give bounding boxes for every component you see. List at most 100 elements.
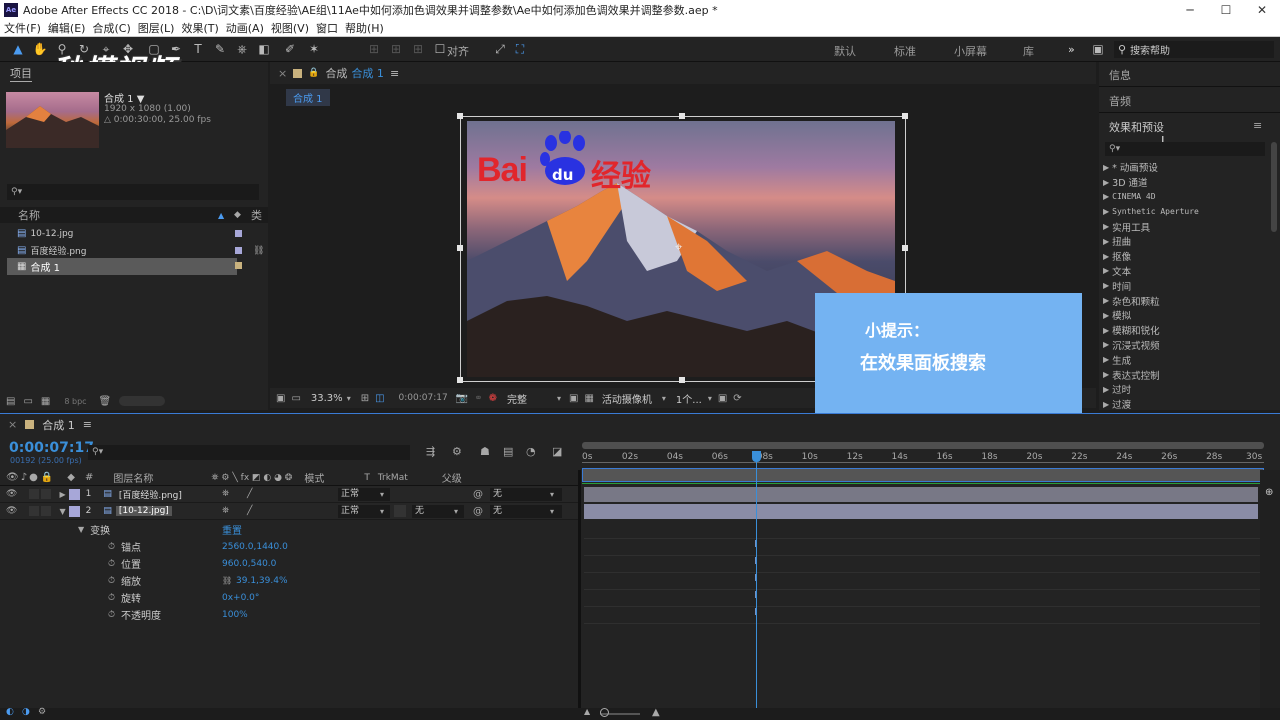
video-eye-icon[interactable]: 👁 [6, 506, 17, 516]
transform-handle[interactable] [902, 113, 908, 119]
thumbnail-slider[interactable] [119, 396, 166, 406]
parent-pickwhip-icon[interactable]: @ [473, 506, 483, 517]
workspace-default[interactable]: 默认 [834, 43, 856, 59]
close-tab-icon[interactable]: × [278, 67, 287, 80]
search-help-field[interactable]: ⚲ 搜索帮助 [1114, 41, 1274, 58]
maximize-button[interactable]: ☐ [1208, 0, 1244, 20]
quality-switch-icon[interactable]: ╱ [247, 506, 252, 516]
interpret-footage-icon[interactable]: ▤ [6, 396, 15, 407]
label-color-swatch[interactable] [68, 488, 80, 500]
comp-button-icon[interactable]: ⊕ [1265, 487, 1273, 498]
lock-icon[interactable]: 🔒 [41, 472, 53, 483]
project-item-10-12-jpg[interactable]: ▤ 10-12.jpg [0, 225, 268, 242]
label-tag-icon[interactable]: ◆ [67, 472, 75, 483]
property-value[interactable]: 39.1,39.4% [236, 576, 288, 586]
effect-category-expression-controls[interactable]: ▶ 表达式控制 [1099, 367, 1267, 382]
safe-margins-icon[interactable]: ⊞ [361, 393, 369, 404]
align-checkbox[interactable]: ☐ [432, 41, 448, 57]
transform-property-row[interactable]: ⏱ 旋转 0x+0.0° [0, 589, 578, 606]
bit-depth-button[interactable]: 8 bpc [64, 397, 86, 406]
work-area-bar[interactable] [582, 442, 1264, 449]
solo-switch[interactable] [29, 489, 40, 499]
effect-category-utility[interactable]: ▶ 实用工具 [1099, 219, 1267, 234]
label-color-swatch[interactable] [235, 230, 242, 237]
zoom-in-icon[interactable]: ▲ [652, 707, 660, 718]
roto-brush-tool-icon[interactable]: ✐ [282, 41, 298, 57]
text-tool-icon[interactable]: T [190, 41, 206, 57]
timeline-tab[interactable]: 合成 1 [42, 417, 75, 433]
effect-category-transition[interactable]: ▶ 过渡 [1099, 397, 1267, 412]
effect-category-generate[interactable]: ▶ 生成 [1099, 352, 1267, 367]
close-button[interactable]: ✕ [1244, 0, 1280, 20]
menu-file[interactable]: 文件(F) [4, 20, 41, 36]
effect-category-synthetic-aperture[interactable]: ▶ Synthetic Aperture [1099, 204, 1267, 219]
stopwatch-icon[interactable]: ⏱ [108, 542, 115, 552]
effect-category-obsolete[interactable]: ▶ 过时 [1099, 382, 1267, 397]
work-area-range[interactable] [582, 468, 1264, 482]
layer-2-duration-bar[interactable] [584, 504, 1258, 519]
effect-category-distort[interactable]: ▶ 扭曲 [1099, 234, 1267, 249]
menu-window[interactable]: 窗口 [316, 20, 338, 36]
draft-3d-icon[interactable]: ⚙ [452, 445, 462, 458]
brush-tool-icon[interactable]: ✎ [212, 41, 228, 57]
transform-property-row[interactable]: ⏱ 位置 960.0,540.0 [0, 555, 578, 572]
effects-search-input[interactable]: ⚲▾ [1105, 142, 1265, 156]
panel-menu-icon[interactable]: ≡ [390, 67, 399, 80]
info-panel-tab[interactable]: 信息 [1109, 67, 1131, 83]
property-value[interactable]: 2560.0,1440.0 [222, 542, 288, 552]
anchor-point-icon[interactable]: ⌖ [675, 240, 682, 255]
panel-menu-icon[interactable]: ≡ [1253, 119, 1262, 132]
quality-switch-icon[interactable]: ╱ [247, 489, 252, 499]
effect-category-noise-grain[interactable]: ▶ 杂色和颗粒 [1099, 293, 1267, 308]
solo-icon[interactable]: ● [29, 472, 38, 483]
lock-switch[interactable] [41, 489, 52, 499]
effect-category-3d-channel[interactable]: ▶ 3D 通道 [1099, 175, 1267, 190]
effect-category-blur-sharpen[interactable]: ▶ 模糊和锐化 [1099, 323, 1267, 338]
playhead-handle[interactable] [752, 451, 762, 462]
timeline-pane-splitter[interactable] [578, 470, 581, 720]
snapshot-camera-icon[interactable]: 📷 [456, 393, 468, 404]
shy-switch-icon[interactable]: ⛯ [222, 506, 229, 516]
region-of-interest-icon[interactable]: ▣ [569, 393, 578, 404]
property-value[interactable]: 960.0,540.0 [222, 559, 276, 569]
transfer-controls-toggle-icon[interactable]: ◑ [22, 707, 30, 717]
layer-row-1[interactable]: 👁 ▶ 1 ▤ [百度经验.png] ⛯ ╱ 正常 ▾ @ 无 ▾ [0, 486, 578, 503]
always-preview-icon[interactable]: ▣ [276, 393, 285, 404]
comp-name[interactable]: 合成 1 ▼ [104, 90, 144, 105]
puppet-pin-tool-icon[interactable]: ✶ [306, 41, 322, 57]
expand-arrow-icon[interactable]: ▶ [59, 490, 65, 499]
resolution-dropdown[interactable]: 完整 [507, 391, 527, 406]
video-eye-icon[interactable]: 👁 [6, 472, 19, 483]
comp-tab-name[interactable]: 合成 1 [351, 65, 384, 81]
label-color-swatch[interactable] [235, 247, 242, 254]
stopwatch-icon[interactable]: ⏱ [108, 559, 115, 569]
transform-group-row[interactable]: ▼ 变换 重置 [0, 521, 578, 538]
transform-handle[interactable] [457, 113, 463, 119]
effect-category-cinema4d[interactable]: ▶ CINEMA 4D [1099, 190, 1267, 205]
fast-preview-icon[interactable]: ⟳ [733, 393, 741, 404]
workspace-small-screen[interactable]: 小屏幕 [954, 43, 987, 59]
collapse-arrow-icon[interactable]: ▼ [78, 525, 84, 534]
stopwatch-icon[interactable]: ⏱ [108, 576, 115, 586]
menu-animation[interactable]: 动画(A) [226, 20, 264, 36]
sync-settings-icon[interactable]: ▣ [1090, 41, 1106, 57]
current-time-display[interactable]: 0:00:07:17 [399, 393, 448, 403]
layer-row-2[interactable]: 👁 ▼ 2 ▤ [10-12.jpg] ⛯ ╱ 正常 ▾ 无 ▾ @ 无 ▾ [0, 503, 578, 520]
frame-blending-icon[interactable]: ▤ [503, 445, 513, 458]
mask-toggle-icon[interactable]: ◫ [375, 393, 384, 404]
transparency-grid-icon[interactable]: ▦ [584, 393, 593, 404]
layer-name-header[interactable]: 图层名称 [113, 470, 153, 485]
shy-switch-icon[interactable]: ⛯ [222, 489, 229, 499]
in-out-toggle-icon[interactable]: ⚙ [38, 707, 46, 717]
more-workspaces-button[interactable]: » [1068, 43, 1075, 56]
constrain-proportions-icon[interactable]: ⛓ [222, 576, 232, 585]
monitor-icon[interactable]: ▭ [291, 393, 300, 404]
timeline-zoom-thumb[interactable] [600, 708, 609, 717]
transform-property-row[interactable]: ⏱ 锚点 2560.0,1440.0 [0, 538, 578, 555]
effect-category-keying[interactable]: ▶ 抠像 [1099, 249, 1267, 264]
eraser-tool-icon[interactable]: ◧ [256, 41, 272, 57]
menu-effect[interactable]: 效果(T) [181, 20, 218, 36]
comp-mini-flowchart-icon[interactable]: ⇶ [426, 445, 435, 458]
effect-category-text[interactable]: ▶ 文本 [1099, 264, 1267, 279]
effects-scrollbar[interactable] [1271, 142, 1277, 232]
